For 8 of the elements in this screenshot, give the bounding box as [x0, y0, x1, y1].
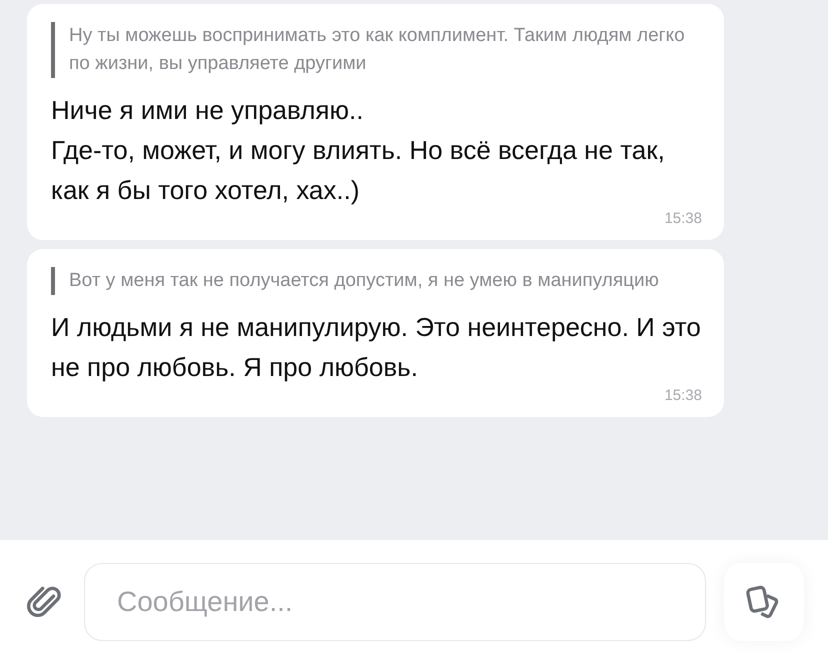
- message-time: 15:38: [664, 387, 702, 405]
- message-text: И людьми я не манипулирую. Это неинтересно. И это не про любовь. Я про любовь.: [51, 311, 702, 384]
- message-time: 15:38: [664, 210, 702, 228]
- message-text: Ниче я ими не управляю.. Где-то, может, и могу влиять. Но всё всегда не так, как я бы того хотел, хах..): [51, 94, 666, 207]
- quoted-message[interactable]: Ну ты можешь воспринимать это как комплимент. Таким людям легко по жизни, вы управляете другими: [51, 22, 702, 78]
- sticker-button[interactable]: [724, 563, 804, 641]
- quoted-message[interactable]: Вот у меня так не получается допустим, я не умею в манипуляцию: [51, 267, 702, 295]
- message-input[interactable]: Сообщение...: [84, 563, 706, 641]
